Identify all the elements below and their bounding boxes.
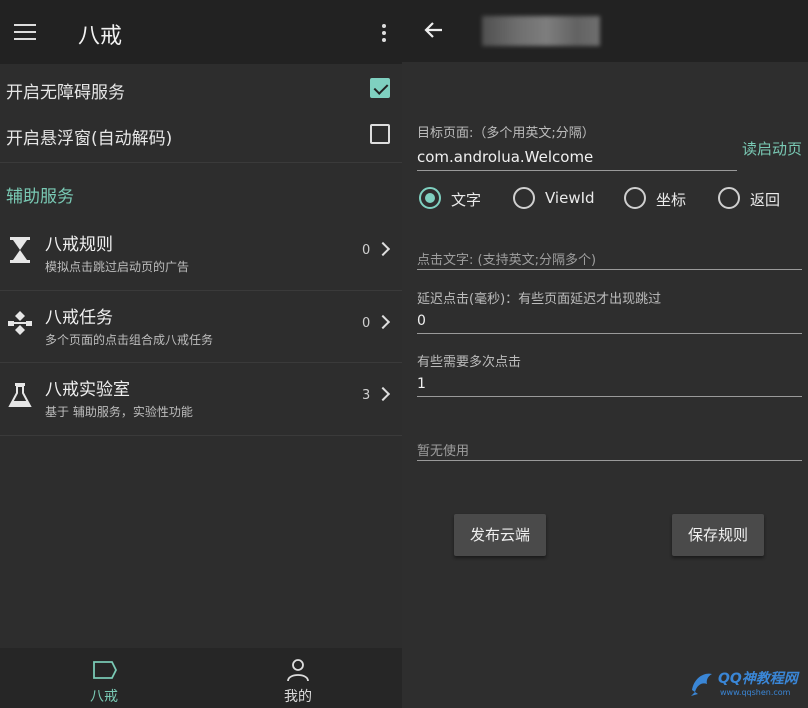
back-arrow-icon[interactable] bbox=[422, 18, 446, 42]
item-title: 八戒规则 bbox=[45, 235, 113, 255]
target-page-underline bbox=[417, 170, 737, 171]
list-item-lab[interactable]: 八戒实验室 基于 辅助服务，实验性功能 3 bbox=[0, 363, 402, 435]
list-item-rules[interactable]: 八戒规则 模拟点击跳过启动页的广告 0 bbox=[0, 218, 402, 290]
person-icon bbox=[287, 659, 309, 682]
blurred-title bbox=[482, 16, 600, 46]
divider bbox=[0, 162, 402, 163]
floating-window-checkbox[interactable] bbox=[370, 124, 390, 144]
watermark-url: www.qqshen.com bbox=[720, 688, 791, 697]
read-launch-page-button[interactable]: 读启动页 bbox=[742, 138, 802, 159]
delay-underline bbox=[417, 333, 802, 334]
more-options-icon[interactable] bbox=[380, 22, 388, 44]
rule-editor-screen: 目标页面:（多个用英文;分隔） com.androlua.Welcome 读启动… bbox=[402, 0, 808, 708]
repeat-input[interactable]: 1 bbox=[417, 376, 426, 392]
publish-cloud-button[interactable]: 发布云端 bbox=[454, 514, 546, 556]
app-title: 八戒 bbox=[78, 24, 123, 49]
toggle-accessibility-service[interactable]: 开启无障碍服务 bbox=[0, 66, 402, 112]
toggle-label: 开启无障碍服务 bbox=[6, 83, 125, 103]
repeat-underline bbox=[417, 396, 802, 397]
radio-label: ViewId bbox=[545, 189, 595, 207]
delay-label: 延迟点击(毫秒)：有些页面延迟才出现跳过 bbox=[417, 292, 662, 307]
delay-input[interactable]: 0 bbox=[417, 313, 426, 329]
item-subtitle: 多个页面的点击组合成八戒任务 bbox=[45, 333, 214, 347]
app-bar bbox=[402, 0, 808, 62]
click-text-underline bbox=[417, 269, 802, 270]
chevron-right-icon bbox=[375, 241, 391, 257]
rules-home-screen: 八戒 开启无障碍服务 开启悬浮窗(自动解码) 辅助服务 八戒规则 模拟点击跳过启… bbox=[0, 0, 402, 708]
app-bar: 八戒 bbox=[0, 0, 402, 64]
bottom-navigation: 八戒 我的 bbox=[0, 648, 402, 708]
item-count: 3 bbox=[362, 388, 371, 403]
target-page-input[interactable]: com.androlua.Welcome bbox=[417, 148, 593, 166]
nav-label: 我的 bbox=[284, 689, 312, 705]
item-title: 八戒任务 bbox=[45, 308, 113, 328]
list-item-tasks[interactable]: 八戒任务 多个页面的点击组合成八戒任务 0 bbox=[0, 291, 402, 363]
unused-underline bbox=[417, 460, 802, 461]
watermark-logo: QQ神教程网 www.qqshen.com bbox=[688, 664, 806, 704]
nav-tab-bajie[interactable]: 八戒 bbox=[44, 648, 164, 708]
flask-icon bbox=[8, 383, 32, 407]
workflow-icon bbox=[8, 311, 32, 335]
click-text-input[interactable]: 点击文字: (支持英文;分隔多个) bbox=[417, 249, 596, 268]
radio-label: 返回 bbox=[750, 191, 781, 209]
target-page-label: 目标页面:（多个用英文;分隔） bbox=[417, 126, 595, 141]
item-subtitle: 模拟点击跳过启动页的广告 bbox=[45, 260, 190, 274]
radio-dot bbox=[419, 187, 441, 209]
chevron-right-icon bbox=[375, 314, 391, 330]
repeat-label: 有些需要多次点击 bbox=[417, 355, 522, 370]
save-rule-button[interactable]: 保存规则 bbox=[672, 514, 764, 556]
click-mode-radio-group: 文字 ViewId 坐标 返回 bbox=[402, 184, 808, 214]
unused-input[interactable]: 暂无使用 bbox=[417, 440, 469, 459]
item-title: 八戒实验室 bbox=[45, 380, 130, 400]
toggle-floating-window[interactable]: 开启悬浮窗(自动解码) bbox=[0, 112, 402, 158]
item-subtitle: 基于 辅助服务，实验性功能 bbox=[45, 405, 193, 419]
watermark-text: QQ神教程网 bbox=[718, 671, 798, 687]
item-count: 0 bbox=[362, 316, 371, 331]
dolphin-logo-icon bbox=[691, 673, 712, 696]
radio-dot bbox=[513, 187, 535, 209]
radio-label: 文字 bbox=[451, 191, 482, 209]
radio-label: 坐标 bbox=[656, 191, 687, 209]
section-header: 辅助服务 bbox=[6, 187, 74, 207]
tag-icon bbox=[93, 661, 118, 679]
menu-icon[interactable] bbox=[14, 22, 38, 42]
hourglass-icon bbox=[10, 237, 30, 263]
radio-dot bbox=[624, 187, 646, 209]
item-count: 0 bbox=[362, 243, 371, 258]
radio-dot bbox=[718, 187, 740, 209]
chevron-right-icon bbox=[375, 386, 391, 402]
divider bbox=[0, 435, 402, 436]
accessibility-checkbox[interactable] bbox=[370, 78, 390, 98]
nav-label: 八戒 bbox=[90, 689, 118, 705]
toggle-label: 开启悬浮窗(自动解码) bbox=[6, 129, 173, 149]
nav-tab-mine[interactable]: 我的 bbox=[238, 648, 358, 708]
